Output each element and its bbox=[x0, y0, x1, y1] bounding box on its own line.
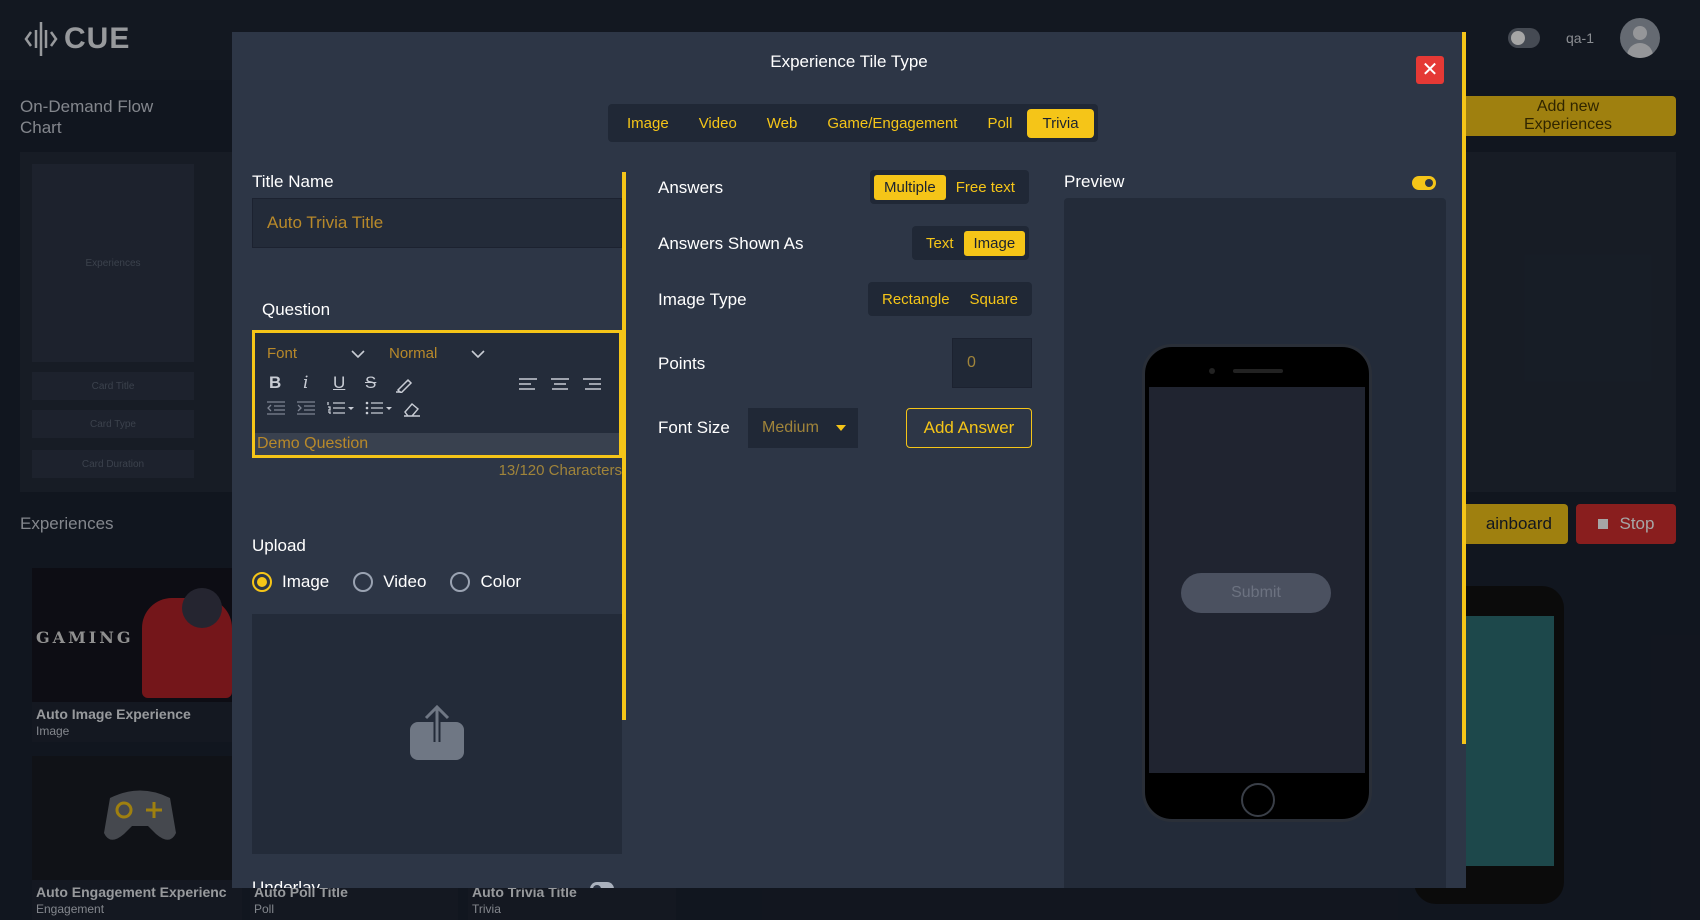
chevron-down-icon bbox=[471, 349, 485, 358]
column-divider bbox=[622, 172, 626, 720]
radio-label: Color bbox=[480, 572, 522, 591]
radio-button[interactable] bbox=[252, 572, 272, 592]
question-text[interactable]: Demo Question bbox=[255, 433, 619, 455]
points-input[interactable]: 0 bbox=[952, 338, 1032, 388]
question-label: Question bbox=[262, 300, 331, 319]
preview-toggle[interactable] bbox=[1412, 176, 1436, 190]
tab-game-engagement[interactable]: Game/Engagement bbox=[812, 109, 972, 138]
tab-image[interactable]: Image bbox=[612, 109, 684, 138]
underline-icon[interactable]: U bbox=[333, 373, 345, 393]
shown-text-option[interactable]: Text bbox=[916, 231, 964, 256]
question-editor[interactable]: Font Normal B i U S Demo Question bbox=[252, 330, 622, 458]
caret-down-icon bbox=[836, 425, 846, 431]
image-type-rectangle-option[interactable]: Rectangle bbox=[872, 287, 960, 312]
font-select[interactable]: Font bbox=[267, 345, 365, 362]
chevron-down-icon bbox=[351, 349, 365, 358]
radio-label: Video bbox=[383, 572, 427, 591]
answers-shown-as-label: Answers Shown As bbox=[658, 234, 804, 253]
phone-screen: Submit bbox=[1149, 387, 1365, 773]
answers-mode-toggle: Multiple Free text bbox=[870, 170, 1029, 204]
phone-speaker bbox=[1233, 369, 1283, 373]
radio-button[interactable] bbox=[353, 572, 374, 592]
radio-color[interactable]: Color bbox=[450, 572, 521, 592]
underlay-label: Underlay bbox=[252, 878, 321, 888]
preview-label: Preview bbox=[1064, 172, 1125, 191]
shown-image-option[interactable]: Image bbox=[963, 230, 1026, 256]
radio-button[interactable] bbox=[450, 572, 471, 592]
tab-trivia[interactable]: Trivia bbox=[1027, 108, 1094, 138]
experience-tile-type-modal: Experience Tile Type ✕ Image Video Web G… bbox=[232, 32, 1466, 888]
font-size-label: Font Size bbox=[658, 418, 730, 437]
numbered-list-icon[interactable] bbox=[327, 401, 355, 415]
modal-title: Experience Tile Type bbox=[770, 52, 928, 71]
upload-type-radio-group: Image Video Color bbox=[252, 572, 531, 592]
underlay-toggle[interactable] bbox=[590, 882, 614, 888]
eraser-icon[interactable] bbox=[403, 401, 421, 417]
radio-video[interactable]: Video bbox=[353, 572, 426, 592]
outdent-icon[interactable] bbox=[267, 401, 285, 415]
bullet-list-icon[interactable] bbox=[365, 401, 393, 415]
answers-shown-toggle: Text Image bbox=[912, 226, 1030, 260]
submit-button[interactable]: Submit bbox=[1181, 573, 1331, 613]
phone-preview: Submit bbox=[1142, 344, 1372, 822]
modal-scrollbar[interactable] bbox=[1462, 32, 1466, 744]
font-select-value: Font bbox=[267, 345, 298, 362]
tile-type-tabs: Image Video Web Game/Engagement Poll Tri… bbox=[608, 104, 1098, 142]
image-type-label: Image Type bbox=[658, 290, 747, 309]
font-size-value: Medium bbox=[762, 419, 819, 436]
upload-label: Upload bbox=[252, 536, 306, 555]
tab-poll[interactable]: Poll bbox=[972, 109, 1027, 138]
close-button[interactable]: ✕ bbox=[1416, 56, 1444, 84]
italic-icon[interactable]: i bbox=[303, 373, 308, 393]
tab-web[interactable]: Web bbox=[752, 109, 813, 138]
size-select[interactable]: Normal bbox=[389, 345, 485, 362]
answers-multiple-option[interactable]: Multiple bbox=[874, 174, 946, 200]
points-label: Points bbox=[658, 354, 706, 373]
upload-icon bbox=[410, 704, 464, 760]
radio-image[interactable]: Image bbox=[252, 572, 329, 592]
title-name-label: Title Name bbox=[252, 172, 334, 191]
title-name-input[interactable]: Auto Trivia Title bbox=[252, 198, 622, 248]
align-center-icon[interactable] bbox=[551, 377, 569, 391]
indent-icon[interactable] bbox=[297, 401, 315, 415]
phone-camera bbox=[1209, 368, 1215, 374]
image-type-square-option[interactable]: Square bbox=[960, 287, 1028, 312]
align-left-icon[interactable] bbox=[519, 377, 537, 391]
strikethrough-icon[interactable]: S bbox=[365, 373, 376, 393]
size-select-value: Normal bbox=[389, 345, 438, 362]
bold-icon[interactable]: B bbox=[269, 373, 281, 393]
highlighter-icon[interactable] bbox=[395, 377, 413, 393]
align-right-icon[interactable] bbox=[583, 377, 601, 391]
upload-dropzone[interactable] bbox=[252, 614, 622, 854]
answers-free-text-option[interactable]: Free text bbox=[946, 175, 1025, 200]
radio-label: Image bbox=[282, 572, 330, 591]
answers-label: Answers bbox=[658, 178, 724, 197]
image-type-toggle: Rectangle Square bbox=[868, 282, 1032, 316]
character-count: 13/120 Characters bbox=[498, 462, 622, 479]
tab-video[interactable]: Video bbox=[684, 109, 752, 138]
font-size-select[interactable]: Medium bbox=[748, 408, 858, 448]
add-answer-button[interactable]: Add Answer bbox=[906, 408, 1032, 448]
phone-home-button bbox=[1241, 783, 1275, 817]
